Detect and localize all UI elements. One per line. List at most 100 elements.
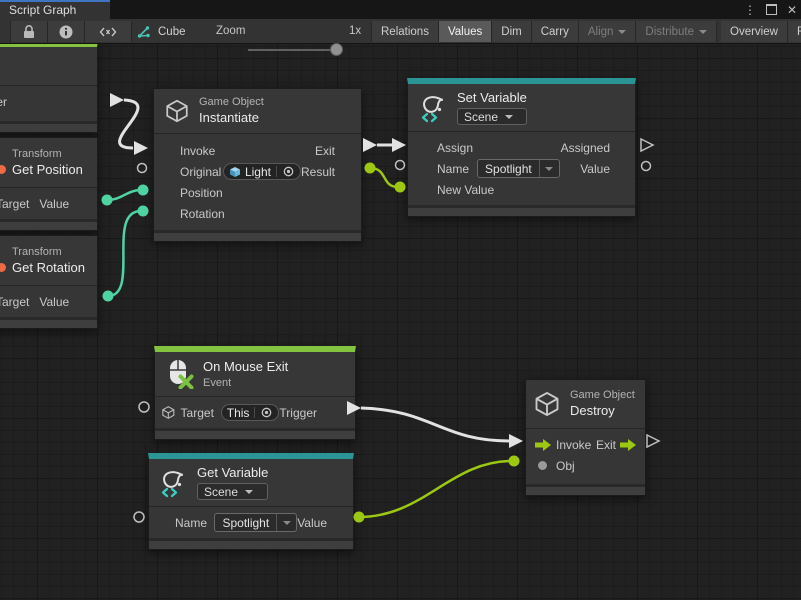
divider	[276, 166, 277, 177]
node-category: Transform	[12, 148, 83, 160]
variable-scope-value: Scene	[464, 110, 498, 124]
variable-scope-dropdown[interactable]: Scene	[457, 108, 527, 125]
node-title: Instantiate	[199, 110, 264, 126]
object-field-light[interactable]: Light	[223, 163, 301, 180]
node-instantiate[interactable]: Game Object Instantiate Invoke Exit Orig…	[153, 88, 362, 242]
overview-button[interactable]: Overview	[721, 21, 788, 42]
port-exit-arrow-icon[interactable]	[620, 438, 636, 452]
node-clipped-event[interactable]: Trigger	[0, 41, 98, 133]
node-get-rotation[interactable]: Transform Get Rotation Target Value	[0, 235, 98, 329]
node-get-variable[interactable]: Get Variable Scene Name Spotlight Value	[148, 453, 354, 550]
gameobject-cube-icon	[161, 405, 176, 420]
clipped-event-header	[0, 47, 97, 85]
distribute-button[interactable]: Distribute	[636, 21, 717, 42]
object-picker-icon[interactable]	[282, 165, 295, 178]
port-label-invoke: Invoke	[556, 438, 591, 452]
graph-icon	[136, 24, 152, 40]
window-close-icon[interactable]: ✕	[787, 4, 797, 16]
zoom-slider-track[interactable]	[248, 49, 340, 51]
port-label-target: Target	[0, 295, 29, 309]
node-title: On Mouse Exit	[203, 359, 288, 375]
mouse-exit-icon	[164, 359, 194, 389]
node-on-mouse-exit[interactable]: On Mouse Exit Event Target This	[154, 346, 356, 440]
port-label-name: Name	[437, 162, 469, 176]
port-label-invoke: Invoke	[180, 144, 215, 158]
port-label-rotation: Rotation	[180, 207, 225, 221]
port-label-value: Value	[580, 162, 610, 176]
graph-canvas[interactable]	[0, 44, 801, 600]
port-label-name: Name	[175, 516, 207, 530]
node-footer	[526, 484, 645, 495]
variable-name-value: Spotlight	[478, 160, 539, 177]
node-footer	[154, 230, 361, 241]
transform-icon	[0, 165, 6, 174]
info-button[interactable]	[48, 21, 85, 42]
node-footer	[149, 538, 353, 549]
lock-icon	[20, 23, 38, 41]
variable-scope-value: Scene	[204, 485, 238, 499]
port-label-original: Original	[180, 165, 221, 179]
object-field-value: This	[227, 406, 250, 420]
chevron-down-icon	[699, 30, 707, 34]
breadcrumb[interactable]: Cube	[136, 21, 186, 42]
node-category: Transform	[12, 246, 85, 258]
node-get-position[interactable]: Transform Get Position Target Value	[0, 137, 98, 231]
zoom-slider-knob[interactable]	[330, 43, 343, 56]
relations-button[interactable]: Relations	[371, 21, 439, 42]
node-category: Game Object	[570, 389, 635, 401]
port-label-value: Value	[39, 197, 69, 211]
chevron-down-icon	[245, 490, 253, 494]
fullscreen-button[interactable]: Full Screen	[788, 21, 801, 42]
node-footer	[0, 317, 97, 328]
divider	[254, 407, 255, 418]
node-set-variable[interactable]: Set Variable Scene Assign Assigned Name …	[407, 78, 636, 217]
script-graph-window: Trigger Transform Get Position Target Va…	[0, 0, 801, 600]
port-label-exit: Exit	[596, 438, 616, 452]
window-maximize-icon[interactable]	[766, 4, 777, 15]
variable-name-dropdown[interactable]: Spotlight	[214, 513, 297, 532]
node-footer	[0, 121, 97, 132]
zoom-label: Zoom	[216, 25, 245, 37]
port-invoke-arrow-icon[interactable]	[535, 438, 551, 452]
object-picker-icon[interactable]	[260, 406, 273, 419]
variable-icon	[418, 93, 448, 123]
gameobject-cube-icon	[533, 390, 561, 418]
gameobject-cube-icon	[164, 98, 190, 124]
tab-script-graph[interactable]: Script Graph	[0, 0, 110, 19]
variable-name-dropdown[interactable]: Spotlight	[477, 159, 560, 178]
port-label-target: Target	[0, 197, 29, 211]
port-label-assigned: Assigned	[561, 141, 610, 155]
object-field-this[interactable]: This	[221, 404, 280, 421]
node-title: Get Variable	[197, 465, 268, 481]
values-button[interactable]: Values	[439, 21, 492, 42]
node-footer	[408, 205, 635, 216]
node-footer	[155, 428, 355, 439]
port-label-result: Result	[301, 165, 335, 179]
variable-name-value: Spotlight	[215, 514, 276, 531]
node-title: Get Position	[12, 162, 83, 178]
port-label-exit: Exit	[315, 144, 335, 158]
carry-button[interactable]: Carry	[532, 21, 579, 42]
port-label-new-value: New Value	[437, 183, 494, 197]
code-preview-button[interactable]	[85, 21, 132, 42]
node-destroy[interactable]: Game Object Destroy Invoke Exit	[525, 379, 646, 496]
lock-button[interactable]	[10, 21, 48, 42]
dim-button[interactable]: Dim	[492, 21, 531, 42]
node-title: Set Variable	[457, 90, 527, 106]
port-obj-dot[interactable]	[538, 461, 547, 470]
port-label-position: Position	[180, 186, 223, 200]
align-button[interactable]: Align	[579, 21, 637, 42]
port-label-target: Target	[181, 406, 214, 420]
variable-scope-dropdown[interactable]: Scene	[197, 483, 268, 500]
code-icon	[99, 23, 117, 41]
transform-icon	[0, 263, 6, 272]
port-label-value: Value	[297, 516, 327, 530]
variable-icon	[158, 468, 188, 498]
node-category: Game Object	[199, 96, 264, 108]
node-footer	[0, 219, 97, 230]
info-icon	[57, 23, 75, 41]
window-menu-icon[interactable]: ⋮	[744, 4, 756, 16]
zoom-value: 1x	[349, 25, 361, 37]
tab-bar: Script Graph ⋮ ✕	[0, 0, 801, 19]
port-label-obj: Obj	[556, 459, 575, 473]
